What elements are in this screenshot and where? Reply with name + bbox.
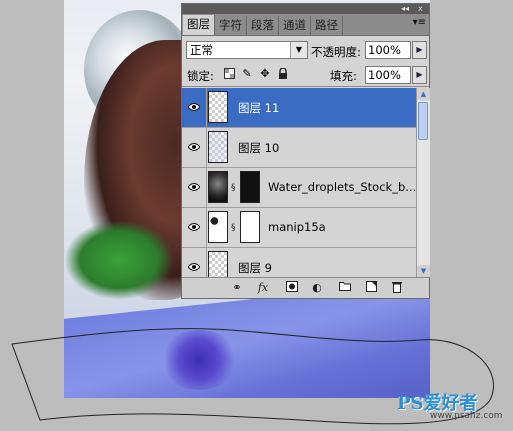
layer-row[interactable]: § manip15a [182, 208, 416, 248]
fill-label: 填充: [330, 69, 357, 83]
layer-name[interactable]: 图层 9 [238, 260, 272, 276]
visibility-toggle[interactable] [182, 128, 207, 167]
layers-list: 图层 11 图层 10 § Water_droplets_Stock_b... … [182, 88, 416, 277]
tab-layers[interactable]: 图层 [183, 15, 215, 35]
new-layer-icon[interactable] [364, 281, 378, 295]
tab-paragraph[interactable]: 段落 [247, 16, 279, 35]
blend-mode-value: 正常 [190, 43, 213, 57]
lock-pixels-icon[interactable]: ✎ [241, 68, 253, 80]
scroll-up-icon[interactable]: ▲ [417, 88, 430, 100]
scroll-down-icon[interactable]: ▼ [417, 265, 430, 277]
tab-channels[interactable]: 通道 [279, 16, 311, 35]
lock-transparency-icon[interactable] [223, 68, 235, 80]
scrollbar-thumb[interactable] [418, 102, 428, 140]
eye-icon [188, 103, 200, 111]
lock-label: 锁定: [187, 69, 214, 83]
layer-thumbnail [208, 131, 228, 163]
blend-opacity-row: 正常 ▼ 不透明度: 100% ▶ [182, 36, 429, 64]
layer-row[interactable]: 图层 9 [182, 248, 416, 277]
chevron-down-icon[interactable]: ▼ [290, 42, 307, 58]
panel-titlebar[interactable]: ◂◂ x [182, 4, 429, 14]
lock-fill-row: 锁定: ✎ ✥ 填充: 100% ▶ [182, 64, 429, 87]
layer-row[interactable]: 图层 11 [182, 88, 416, 128]
tab-character[interactable]: 字符 [215, 16, 247, 35]
opacity-input[interactable]: 100% [365, 41, 411, 59]
opacity-label: 不透明度: [311, 45, 361, 59]
collapse-button[interactable]: ◂◂ [401, 4, 409, 14]
lock-position-icon[interactable]: ✥ [259, 68, 271, 80]
watermark-url: www.psahz.com [430, 411, 503, 421]
folder-icon[interactable] [338, 281, 352, 295]
leaves-left [64, 220, 174, 300]
layer-thumbnail [208, 251, 228, 277]
layer-thumbnail [208, 211, 228, 243]
link-icon: § [231, 223, 236, 233]
fx-icon[interactable]: fx [256, 281, 270, 295]
layer-name[interactable]: manip15a [268, 220, 326, 234]
watermark: PS爱好者 www.psahz.com [397, 389, 503, 421]
close-button[interactable]: x [418, 4, 423, 14]
blend-mode-select[interactable]: 正常 ▼ [186, 41, 308, 59]
visibility-toggle[interactable] [182, 88, 207, 127]
link-layers-icon[interactable]: ⚭ [230, 281, 244, 295]
eye-icon [188, 223, 200, 231]
layer-mask-thumbnail[interactable] [240, 211, 260, 243]
eye-icon [188, 183, 200, 191]
trash-icon[interactable] [390, 281, 404, 295]
panel-menu-icon[interactable]: ▾≡ [413, 17, 426, 28]
visibility-toggle[interactable] [182, 208, 207, 247]
eye-icon [188, 143, 200, 151]
fill-input[interactable]: 100% [365, 66, 411, 84]
visibility-toggle[interactable] [182, 168, 207, 207]
tab-paths[interactable]: 路径 [311, 16, 343, 35]
layers-scrollbar[interactable]: ▲ ▼ [416, 88, 430, 277]
layer-row[interactable]: 图层 10 [182, 128, 416, 168]
gems-region [159, 330, 239, 390]
panel-tabs: 图层 字符 段落 通道 路径 ▾≡ [182, 14, 429, 36]
layers-panel: ◂◂ x 图层 字符 段落 通道 路径 ▾≡ 正常 ▼ 不透明度: 100% ▶… [181, 3, 430, 299]
layer-mask-thumbnail[interactable] [240, 171, 260, 203]
layer-name[interactable]: 图层 10 [238, 140, 279, 156]
lock-all-icon[interactable] [277, 67, 289, 80]
layer-thumbnail [208, 91, 228, 123]
layer-row[interactable]: § Water_droplets_Stock_b... [182, 168, 416, 208]
eye-icon [188, 263, 200, 271]
visibility-toggle[interactable] [182, 248, 207, 277]
layer-thumbnail [208, 171, 228, 203]
fill-slider-button[interactable]: ▶ [412, 66, 427, 84]
link-icon: § [231, 183, 236, 193]
layer-name[interactable]: 图层 11 [238, 100, 279, 116]
layers-toolbar: ⚭ fx ◐ [182, 277, 429, 298]
add-mask-icon[interactable] [285, 281, 299, 295]
adjustment-layer-icon[interactable]: ◐ [310, 281, 324, 295]
layer-name[interactable]: Water_droplets_Stock_b... [268, 180, 416, 194]
opacity-slider-button[interactable]: ▶ [412, 41, 427, 59]
